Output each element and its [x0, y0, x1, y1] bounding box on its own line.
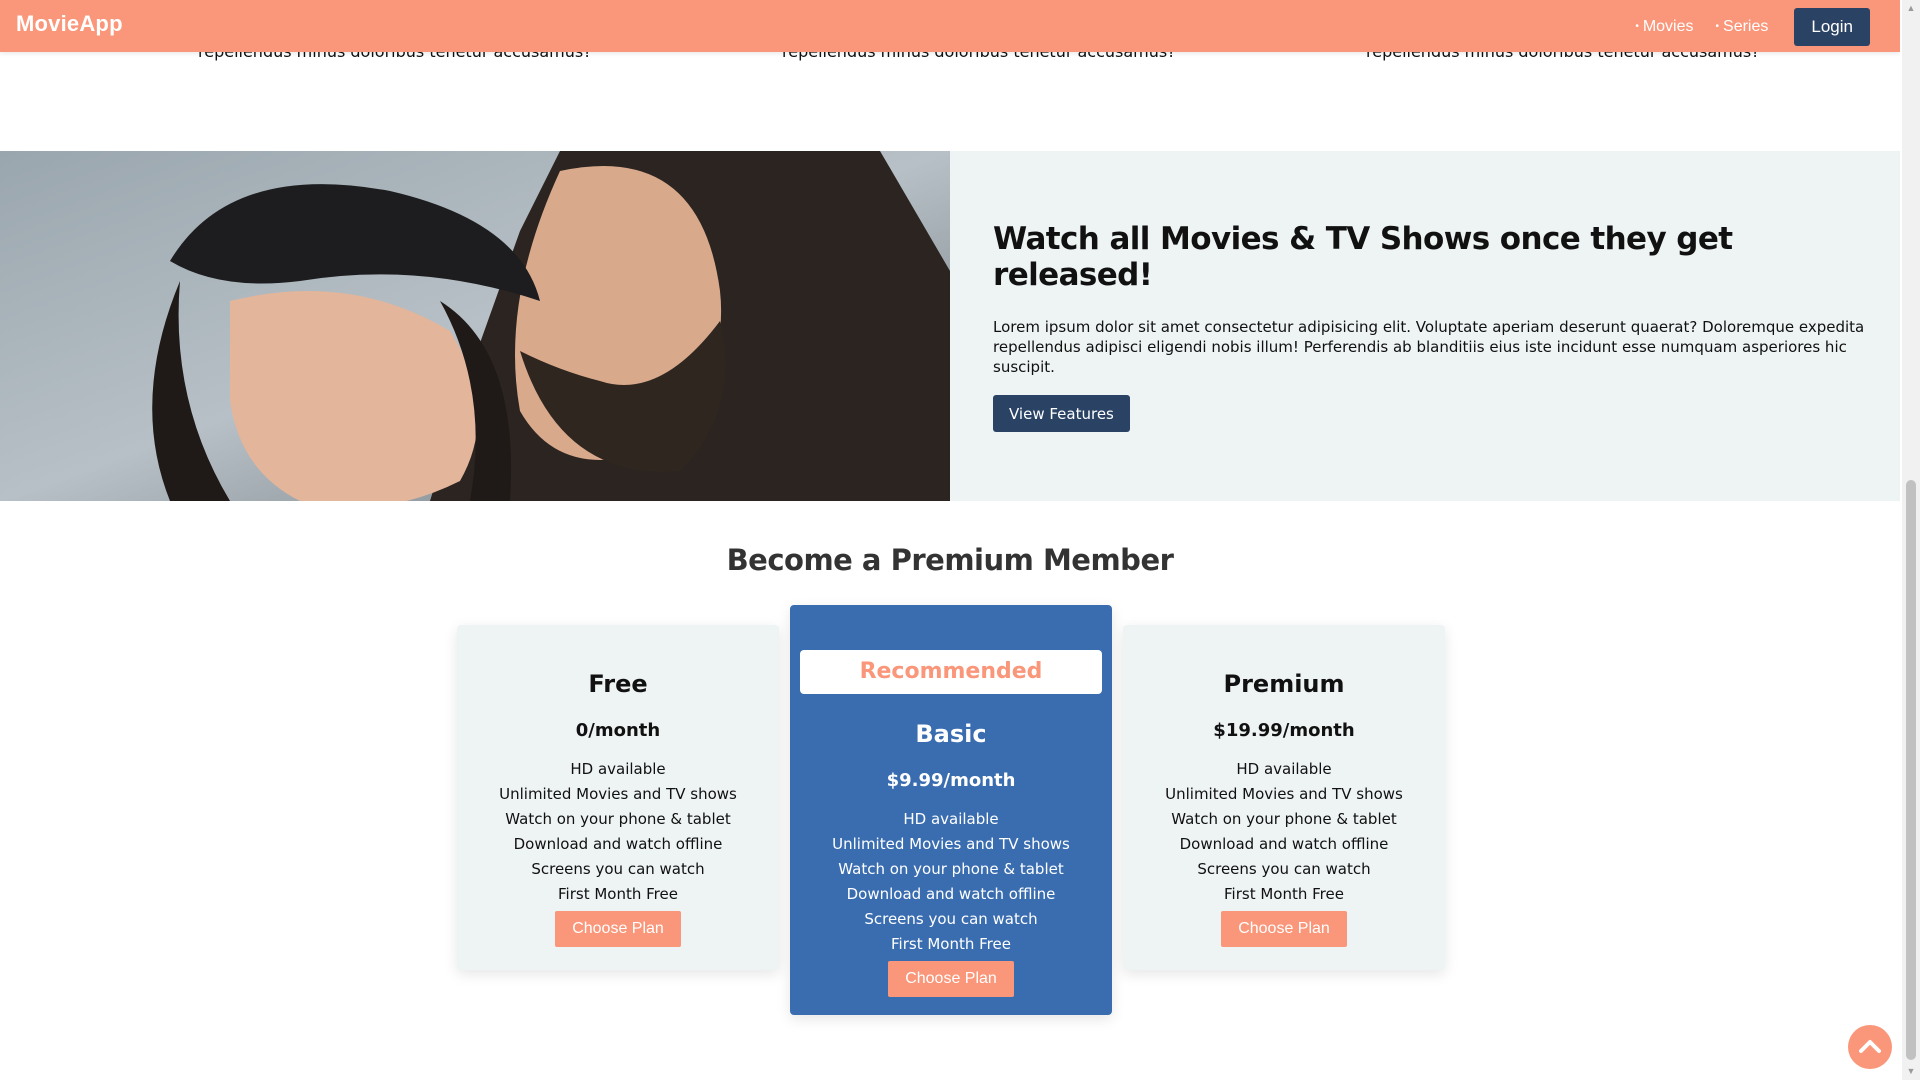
plan-feature: First Month Free: [891, 935, 1011, 953]
nav-links: • Movies • Series Login: [1635, 8, 1870, 46]
nav-link-series[interactable]: • Series: [1716, 18, 1769, 36]
scroll-up-arrow-icon[interactable]: ▲: [1906, 3, 1916, 13]
nav-link-label: Movies: [1642, 18, 1694, 35]
hero-description: Lorem ipsum dolor sit amet consectetur a…: [993, 318, 1865, 376]
choose-plan-button[interactable]: Choose Plan: [1221, 911, 1347, 947]
brand-logo[interactable]: MovieApp: [16, 11, 123, 37]
page: repellendus minus doloribus tenetur accu…: [0, 0, 1900, 1080]
plan-feature: Screens you can watch: [864, 910, 1038, 928]
plan-feature: Download and watch offline: [513, 835, 723, 853]
scroll-down-arrow-icon[interactable]: ▼: [1906, 1066, 1916, 1076]
plan-feature: HD available: [1236, 760, 1332, 778]
hero-section: Watch all Movies & TV Shows once they ge…: [0, 151, 1900, 501]
login-button[interactable]: Login: [1794, 8, 1870, 46]
plan-feature: Download and watch offline: [1179, 835, 1389, 853]
plan-features: HD available Unlimited Movies and TV sho…: [1123, 757, 1445, 907]
chevron-up-icon: [1859, 1040, 1881, 1053]
plan-feature: Unlimited Movies and TV shows: [499, 785, 737, 803]
plan-feature: HD available: [903, 810, 999, 828]
plan-card-free: Free 0/month HD available Unlimited Movi…: [457, 625, 779, 970]
view-features-button[interactable]: View Features: [993, 395, 1130, 432]
top-navbar: MovieApp • Movies • Series Login: [0, 0, 1900, 52]
couple-photo-illustration: [0, 151, 950, 501]
plan-features: HD available Unlimited Movies and TV sho…: [457, 757, 779, 907]
plan-feature: Unlimited Movies and TV shows: [1165, 785, 1403, 803]
plan-features: HD available Unlimited Movies and TV sho…: [790, 807, 1112, 957]
hero-text: Watch all Movies & TV Shows once they ge…: [993, 221, 1873, 432]
plan-feature: HD available: [570, 760, 666, 778]
scroll-to-top-button[interactable]: [1848, 1025, 1892, 1069]
nav-link-movies[interactable]: • Movies: [1635, 18, 1693, 36]
plan-feature: First Month Free: [1224, 885, 1344, 903]
hero-image: [0, 151, 950, 501]
plan-name: Basic: [915, 720, 987, 748]
page-scrollbar[interactable]: ▲ ▼: [1902, 0, 1920, 1080]
nav-link-label: Series: [1723, 18, 1769, 35]
plan-price: $19.99/month: [1213, 720, 1355, 741]
plan-card-premium: Premium $19.99/month HD available Unlimi…: [1123, 625, 1445, 970]
plan-feature: Screens you can watch: [1197, 860, 1371, 878]
plan-name: Premium: [1223, 670, 1345, 698]
plan-feature: Watch on your phone & tablet: [505, 810, 731, 828]
plan-name: Free: [588, 670, 648, 698]
pricing-title: Become a Premium Member: [726, 543, 1174, 577]
plan-price: $9.99/month: [886, 770, 1016, 791]
bullet-icon: •: [1715, 21, 1720, 32]
plan-feature: Watch on your phone & tablet: [838, 860, 1064, 878]
plan-feature: First Month Free: [558, 885, 678, 903]
recommended-badge: Recommended: [800, 650, 1102, 694]
hero-title: Watch all Movies & TV Shows once they ge…: [993, 221, 1733, 293]
plan-feature: Download and watch offline: [846, 885, 1056, 903]
scrollbar-thumb[interactable]: [1906, 480, 1916, 1060]
plan-card-basic: Recommended Basic $9.99/month HD availab…: [790, 605, 1112, 1015]
bullet-icon: •: [1635, 21, 1639, 32]
plan-price: 0/month: [575, 720, 661, 741]
choose-plan-button[interactable]: Choose Plan: [888, 961, 1014, 997]
plan-feature: Watch on your phone & tablet: [1171, 810, 1397, 828]
plan-feature: Unlimited Movies and TV shows: [832, 835, 1070, 853]
choose-plan-button[interactable]: Choose Plan: [555, 911, 681, 947]
plan-feature: Screens you can watch: [531, 860, 705, 878]
